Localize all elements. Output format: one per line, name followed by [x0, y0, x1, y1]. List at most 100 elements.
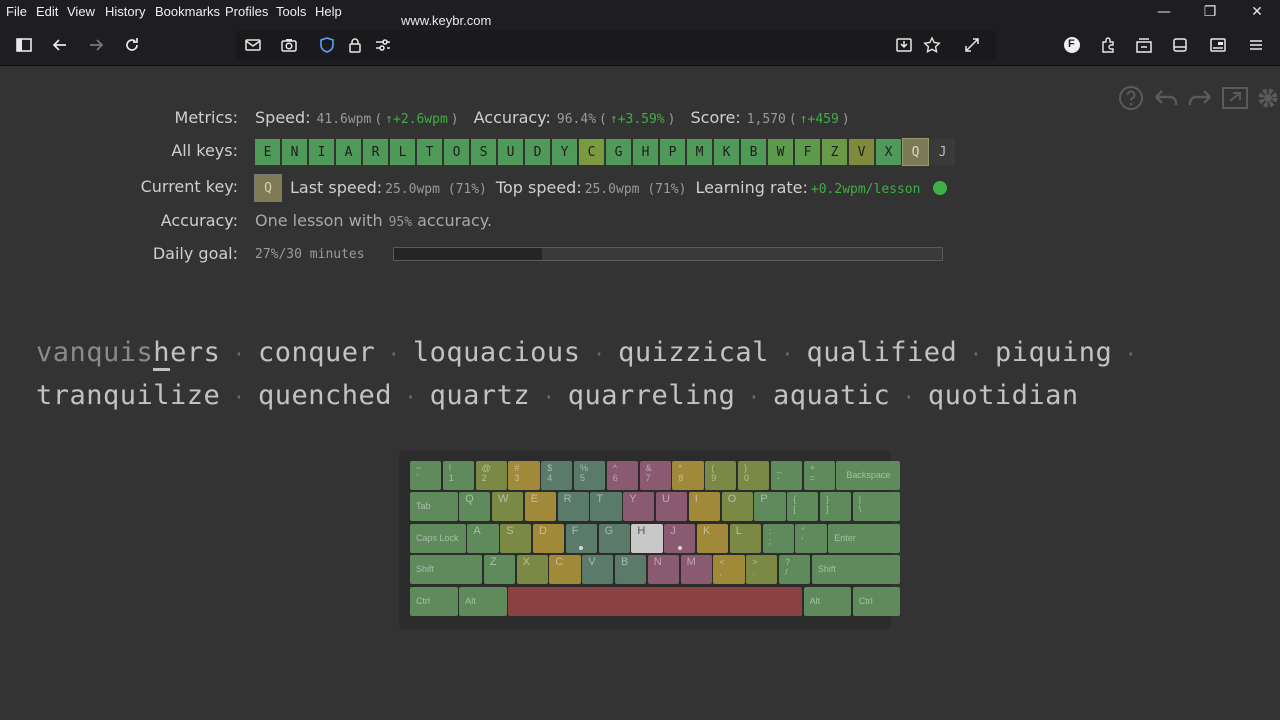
mail-icon[interactable] [241, 33, 265, 57]
menu-bar: File Edit View History Bookmarks Profile… [0, 0, 1280, 24]
word-separator: · [375, 342, 413, 366]
site-permissions-icon[interactable] [371, 33, 395, 57]
kb-key-9: (9 [705, 461, 737, 490]
profile-initial: F [1068, 38, 1075, 50]
kb-key--: " ' [795, 523, 827, 553]
back-arrow-icon[interactable] [48, 33, 72, 57]
lesson-line-1: vanquishers · conquer · loquacious · qui… [36, 332, 1137, 375]
lesson-word: quarreling [567, 380, 736, 411]
key-badge-r: R [363, 139, 388, 165]
word-separator: · [220, 342, 258, 366]
menu-bookmarks[interactable]: Bookmarks [155, 4, 220, 19]
menu-profiles[interactable]: Profiles [225, 4, 268, 19]
fullscreen-icon[interactable] [1221, 84, 1249, 112]
menu-history[interactable]: History [105, 4, 145, 19]
settings-gear-icon[interactable] [1254, 84, 1280, 112]
sidebar-panel-icon[interactable] [1206, 33, 1230, 57]
extensions-icon[interactable] [1096, 33, 1120, 57]
word-separator: · [530, 385, 568, 409]
speed-label: Speed: [255, 108, 311, 127]
shield-icon[interactable] [315, 33, 339, 57]
url-text[interactable]: www.keybr.com [401, 13, 491, 28]
kb-key--: {[ [787, 492, 819, 522]
key-badge-c: C [579, 139, 604, 165]
score-label: Score: [690, 108, 741, 127]
menu-file[interactable]: File [6, 4, 27, 19]
accuracy-label: Accuracy: [473, 108, 551, 127]
key-badge-p: P [660, 139, 685, 165]
undo-icon[interactable] [1152, 84, 1180, 112]
lesson-word: quizzical [618, 337, 769, 368]
help-icon[interactable] [1117, 84, 1145, 112]
speed-value: 41.6wpm [316, 112, 372, 127]
lesson-line-2: tranquilize · quenched · quartz · quarre… [36, 375, 1137, 418]
metrics-row: Speed: 41.6wpm (↑+2.6wpm) Accuracy: 96.4… [255, 108, 850, 127]
kb-key-b: B [615, 555, 647, 585]
metrics-label: Metrics: [174, 108, 238, 127]
kb-key-m: M [680, 555, 712, 585]
kb-key--: :; [762, 523, 794, 553]
kb-key-4: $4 [541, 461, 573, 490]
key-badge-s: S [471, 139, 496, 165]
screenshot-camera-icon[interactable] [277, 33, 301, 57]
virtual-keyboard: ~ `! 1 @2 #3 $4% 5 ^ 6 & 7 * 8(9) 0 _ - + = Backspace Tab Q W… [399, 451, 901, 629]
lesson-word: tranquilize [36, 380, 221, 411]
key-badge-v: V [849, 139, 874, 165]
key-badge-q: Q [902, 138, 929, 166]
key-badge-b: B [741, 139, 766, 165]
all-keys-list: ENIARLTOSUDYCGHPMKBWFZVXQJ [255, 138, 955, 166]
menu-view[interactable]: View [67, 4, 95, 19]
kb-key-ctrl: Ctrl [410, 586, 458, 616]
restore-icon[interactable]: ❐ [1199, 2, 1221, 22]
reload-icon[interactable] [120, 33, 144, 57]
key-badge-h: H [633, 139, 658, 165]
kb-key-enter: Enter [828, 523, 901, 553]
accuracy-streak-label: Accuracy: [160, 211, 238, 230]
speed-delta: ↑+2.6wpm [385, 112, 448, 127]
kb-key-o: O [721, 492, 753, 522]
smiley-icon [933, 181, 948, 195]
keybr-page: Metrics: Speed: 41.6wpm (↑+2.6wpm) Accur… [0, 66, 1280, 720]
kb-key-a: A [467, 523, 499, 553]
key-badge-o: O [444, 139, 469, 165]
word-separator: · [391, 385, 430, 409]
accuracy-value: 96.4% [556, 112, 597, 127]
sidebar-toggle-icon[interactable] [12, 33, 36, 57]
kb-key-r: R [557, 492, 589, 522]
menu-edit[interactable]: Edit [36, 4, 58, 19]
forward-arrow-icon[interactable] [84, 33, 108, 57]
install-app-icon[interactable] [892, 33, 916, 57]
kb-key-l: L [729, 523, 761, 553]
hamburger-menu-icon[interactable] [1244, 33, 1268, 57]
expand-icon[interactable] [960, 33, 984, 57]
top-speed-value: 25.0wpm (71%) [584, 182, 687, 197]
kb-key-z: Z [483, 555, 515, 585]
accuracy-streak-post: accuracy. [417, 211, 493, 230]
menu-help[interactable]: Help [315, 4, 342, 19]
kb-key-g: G [598, 523, 630, 553]
container-tabs-icon[interactable] [1132, 33, 1156, 57]
kb-key-k: K [697, 523, 729, 553]
kb-key-5: % 5 [574, 461, 606, 490]
menu-tools[interactable]: Tools [276, 4, 306, 19]
accuracy-streak-value: 95% [388, 215, 413, 230]
kb-key-u: U [656, 492, 688, 522]
minimize-icon[interactable]: — [1153, 2, 1175, 22]
key-badge-k: K [714, 139, 739, 165]
key-badge-a: A [336, 139, 361, 165]
kb-key-c: C [549, 555, 581, 585]
lesson-text[interactable]: vanquishers · conquer · loquacious · qui… [36, 332, 1137, 418]
reader-view-icon[interactable] [1168, 33, 1192, 57]
close-window-icon[interactable]: ✕ [1246, 2, 1268, 22]
lesson-word: qualified [806, 337, 958, 368]
kb-key-i: I [688, 492, 720, 522]
kb-key-v: V [582, 555, 614, 585]
key-badge-y: Y [552, 139, 577, 165]
kb-key-8: * 8 [672, 461, 704, 490]
bookmark-star-icon[interactable] [920, 33, 944, 57]
kb-key-ctrl: Ctrl [852, 586, 901, 616]
home-row-dot [579, 545, 584, 550]
redo-icon[interactable] [1186, 84, 1214, 112]
kb-key-f: F [565, 523, 597, 553]
lock-icon[interactable] [343, 33, 367, 57]
